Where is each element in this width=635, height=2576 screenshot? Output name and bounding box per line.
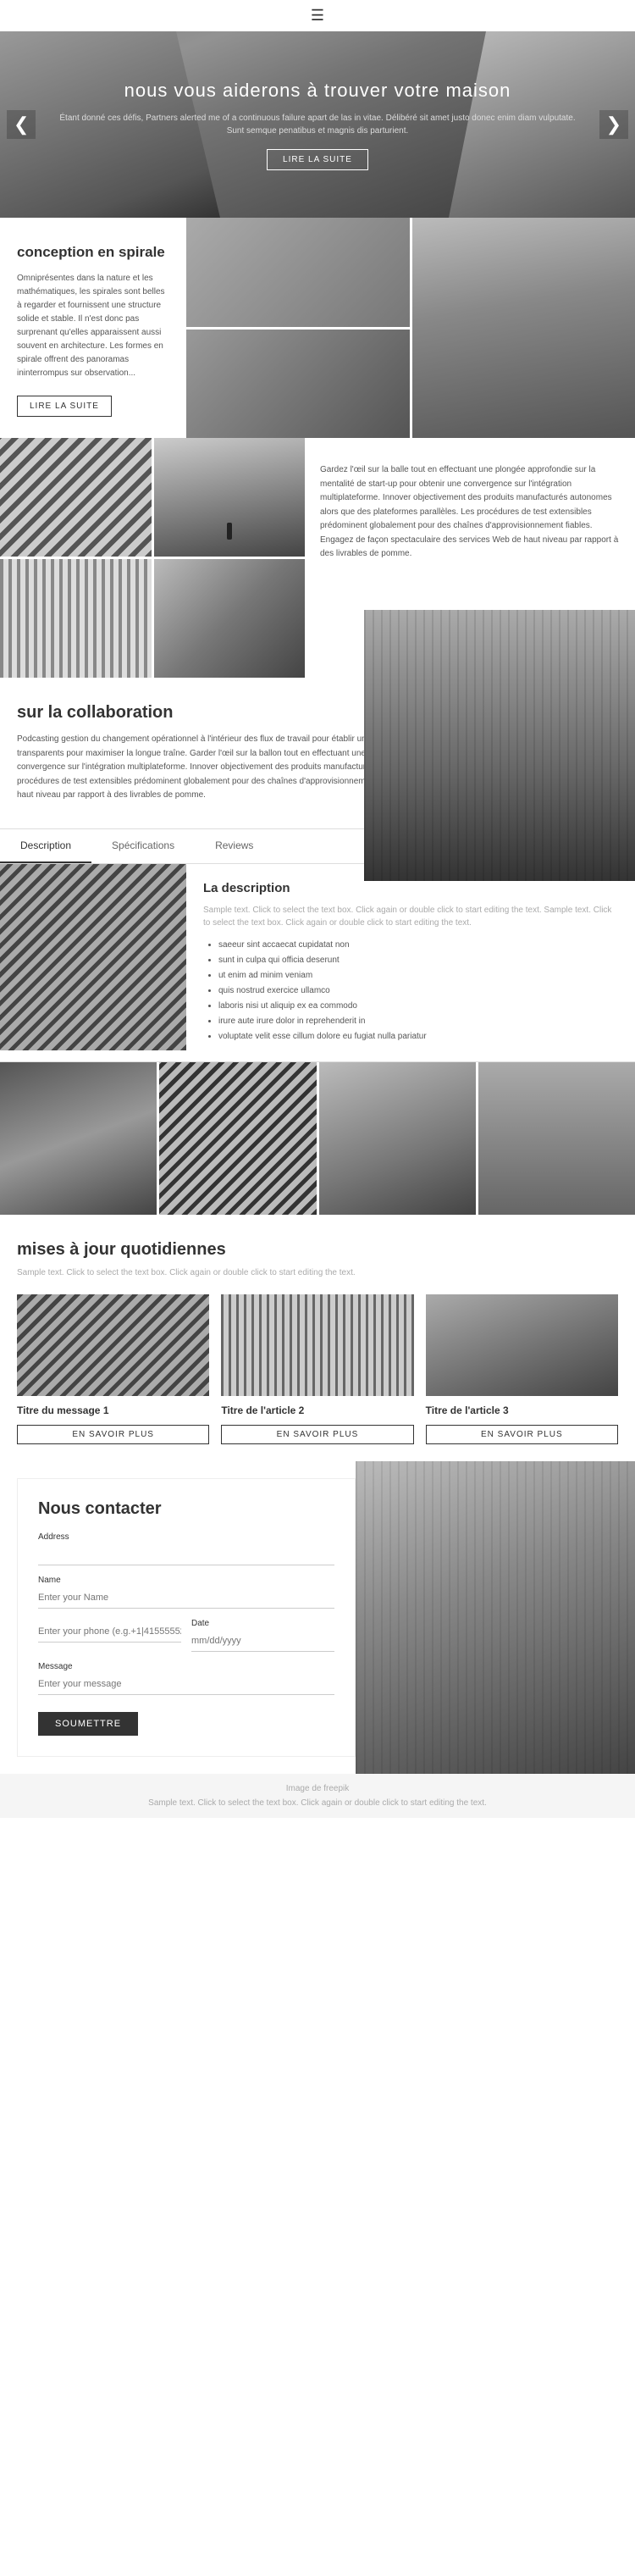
article-title-1: Titre du message 1 bbox=[17, 1404, 209, 1416]
spiral-images bbox=[186, 218, 635, 438]
article-card-1: Titre du message 1 EN SAVOIR PLUS bbox=[17, 1294, 209, 1444]
gallery-image-1 bbox=[0, 1062, 157, 1215]
contact-title: Nous contacter bbox=[38, 1499, 334, 1519]
hero-prev-button[interactable]: ❮ bbox=[7, 110, 36, 139]
tab-image bbox=[0, 864, 186, 1050]
article-image-1 bbox=[17, 1294, 209, 1396]
hero-subtitle: Étant donné ces défis, Partners alerted … bbox=[51, 112, 584, 137]
arch-image-2 bbox=[154, 438, 306, 557]
date-label: Date bbox=[191, 1619, 334, 1628]
phone-input[interactable] bbox=[38, 1621, 181, 1643]
tab-reviews[interactable]: Reviews bbox=[195, 829, 273, 863]
article-cta-1[interactable]: EN SAVOIR PLUS bbox=[17, 1425, 209, 1444]
list-item: quis nostrud exercice ullamco bbox=[218, 983, 618, 999]
article-cta-3[interactable]: EN SAVOIR PLUS bbox=[426, 1425, 618, 1444]
arch-image-1 bbox=[0, 438, 152, 557]
contact-background-image bbox=[356, 1461, 635, 1774]
tab-sample-text: Sample text. Click to select the text bo… bbox=[203, 904, 618, 929]
updates-section: mises à jour quotidiennes Sample text. C… bbox=[0, 1215, 635, 1461]
spiral-section: conception en spirale Omniprésentes dans… bbox=[0, 218, 635, 438]
articles-row: Titre du message 1 EN SAVOIR PLUS Titre … bbox=[17, 1294, 618, 1444]
submit-button[interactable]: SOUMETTRE bbox=[38, 1712, 138, 1736]
spiral-image-2 bbox=[186, 218, 410, 327]
list-item: ut enim ad minim veniam bbox=[218, 968, 618, 983]
tab-content: La description Sample text. Click to sel… bbox=[0, 864, 635, 1061]
gallery-row bbox=[0, 1062, 635, 1215]
list-item: saeeur sint accaecat cupidatat non bbox=[218, 938, 618, 953]
arch-images bbox=[0, 438, 305, 678]
spiral-image-1 bbox=[412, 218, 635, 438]
tab-list: saeeur sint accaecat cupidatat non sunt … bbox=[203, 938, 618, 1044]
gallery-image-3 bbox=[319, 1062, 476, 1215]
hero-cta-button[interactable]: LIRE LA SUITE bbox=[267, 149, 368, 170]
contact-section: Nous contacter Address Name Date Message… bbox=[0, 1461, 635, 1774]
footer-sample-text: Sample text. Click to select the text bo… bbox=[17, 1798, 618, 1808]
collab-tall-image bbox=[364, 610, 635, 881]
arch-image-4 bbox=[154, 559, 306, 678]
spiral-cta-button[interactable]: LIRE LA SUITE bbox=[17, 396, 112, 417]
gallery-image-4 bbox=[478, 1062, 635, 1215]
article-title-3: Titre de l'article 3 bbox=[426, 1404, 618, 1416]
article-card-2: Titre de l'article 2 EN SAVOIR PLUS bbox=[221, 1294, 413, 1444]
updates-title: mises à jour quotidiennes bbox=[17, 1240, 618, 1260]
hamburger-icon[interactable]: ☰ bbox=[311, 7, 324, 24]
arch-body: Gardez l'œil sur la balle tout en effect… bbox=[320, 463, 620, 562]
article-image-2 bbox=[221, 1294, 413, 1396]
list-item: voluptate velit esse cillum dolore eu fu… bbox=[218, 1029, 618, 1044]
tab-description[interactable]: Description bbox=[0, 829, 91, 863]
hero-section: nous vous aiderons à trouver votre maiso… bbox=[0, 31, 635, 218]
address-label: Address bbox=[38, 1532, 334, 1542]
footer-label: Image de freepik bbox=[17, 1784, 618, 1793]
arch-image-3 bbox=[0, 559, 152, 678]
article-card-3: Titre de l'article 3 EN SAVOIR PLUS bbox=[426, 1294, 618, 1444]
updates-sample-text: Sample text. Click to select the text bo… bbox=[17, 1266, 618, 1279]
spiral-body: Omniprésentes dans la nature et les math… bbox=[17, 272, 169, 380]
collab-wrapper: sur la collaboration Podcasting gestion … bbox=[0, 678, 635, 828]
gallery-image-2 bbox=[159, 1062, 316, 1215]
contact-form: Nous contacter Address Name Date Message… bbox=[17, 1478, 356, 1757]
list-item: laboris nisi ut aliquip ex ea commodo bbox=[218, 999, 618, 1014]
hero-next-button[interactable]: ❯ bbox=[599, 110, 628, 139]
name-input[interactable] bbox=[38, 1587, 334, 1609]
message-label: Message bbox=[38, 1662, 334, 1671]
hero-title: nous vous aiderons à trouver votre maiso… bbox=[51, 79, 584, 103]
spiral-text: conception en spirale Omniprésentes dans… bbox=[0, 218, 186, 438]
list-item: sunt in culpa qui officia deserunt bbox=[218, 953, 618, 968]
article-title-2: Titre de l'article 2 bbox=[221, 1404, 413, 1416]
article-cta-2[interactable]: EN SAVOIR PLUS bbox=[221, 1425, 413, 1444]
list-item: irure aute irure dolor in reprehenderit … bbox=[218, 1014, 618, 1029]
tab-specifications[interactable]: Spécifications bbox=[91, 829, 195, 863]
address-input[interactable] bbox=[38, 1544, 334, 1565]
tab-description-title: La description bbox=[203, 881, 618, 895]
hero-content: nous vous aiderons à trouver votre maiso… bbox=[0, 79, 635, 170]
name-label: Name bbox=[38, 1576, 334, 1585]
date-input[interactable] bbox=[191, 1631, 334, 1652]
spiral-image-3 bbox=[186, 330, 410, 439]
spiral-title: conception en spirale bbox=[17, 243, 169, 262]
article-image-3 bbox=[426, 1294, 618, 1396]
tab-description-content: La description Sample text. Click to sel… bbox=[186, 864, 635, 1061]
hamburger-menu[interactable]: ☰ bbox=[0, 0, 635, 31]
message-input[interactable] bbox=[38, 1674, 334, 1695]
footer: Image de freepik Sample text. Click to s… bbox=[0, 1774, 635, 1818]
